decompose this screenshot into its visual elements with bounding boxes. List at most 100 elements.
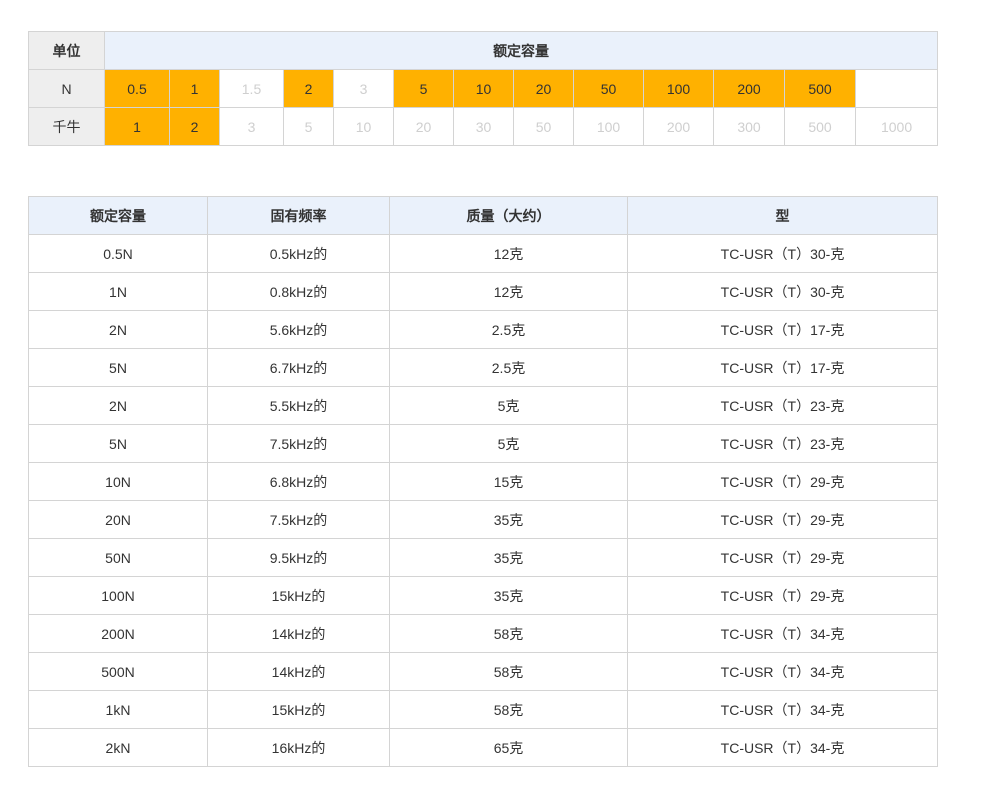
cell-model: TC-USR（T）17-克 <box>627 348 938 387</box>
cell-natural-frequency: 9.5kHz的 <box>207 538 390 577</box>
spec-table: 额定容量 固有频率 质量（大约） 型 0.5N 0.5kHz的 12克 TC-USR（… <box>28 196 938 767</box>
capacity-cell-unavailable: 10 <box>333 107 394 146</box>
cell-mass: 65克 <box>389 728 628 767</box>
cell-rated-capacity: 5N <box>28 348 208 387</box>
capacity-row: N 0.5 1 1.5 2 3 5 10 20 50 100 200 500 <box>28 69 939 108</box>
table-row: 2N 5.6kHz的 2.5克 TC-USR（T）17-克 <box>28 310 938 349</box>
cell-natural-frequency: 0.8kHz的 <box>207 272 390 311</box>
unit-label: N <box>28 69 105 108</box>
cell-natural-frequency: 14kHz的 <box>207 614 390 653</box>
cell-model: TC-USR（T）34-克 <box>627 614 938 653</box>
capacity-cell-unavailable: 200 <box>643 107 714 146</box>
capacity-cell-available: 1 <box>169 69 220 108</box>
capacity-row: 千牛 1 2 3 5 10 20 30 50 100 200 300 500 1000 <box>28 107 939 146</box>
cell-natural-frequency: 7.5kHz的 <box>207 500 390 539</box>
cell-rated-capacity: 5N <box>28 424 208 463</box>
cell-model: TC-USR（T）34-克 <box>627 652 938 691</box>
capacity-cell-available: 2 <box>283 69 334 108</box>
table-row: 1kN 15kHz的 58克 TC-USR（T）34-克 <box>28 690 938 729</box>
unit-label: 千牛 <box>28 107 105 146</box>
cell-mass: 35克 <box>389 538 628 577</box>
column-header-model: 型 <box>627 196 938 235</box>
table-row: 5N 6.7kHz的 2.5克 TC-USR（T）17-克 <box>28 348 938 387</box>
capacity-cell-available: 20 <box>513 69 574 108</box>
cell-natural-frequency: 7.5kHz的 <box>207 424 390 463</box>
capacity-cell-available: 50 <box>573 69 644 108</box>
cell-model: TC-USR（T）29-克 <box>627 500 938 539</box>
capacity-cell-available: 500 <box>784 69 856 108</box>
cell-mass: 35克 <box>389 500 628 539</box>
cell-model: TC-USR（T）30-克 <box>627 234 938 273</box>
cell-mass: 12克 <box>389 234 628 273</box>
capacity-cell-unavailable: 1000 <box>854 107 939 146</box>
table-row: 500N 14kHz的 58克 TC-USR（T）34-克 <box>28 652 938 691</box>
cell-model: TC-USR（T）23-克 <box>627 386 938 425</box>
cell-rated-capacity: 2N <box>28 386 208 425</box>
cell-rated-capacity: 1kN <box>28 690 208 729</box>
capacity-table: 单位 额定容量 N 0.5 1 1.5 2 3 5 10 20 50 100 200 500 千牛 1 2 3 5… <box>28 31 939 146</box>
cell-rated-capacity: 0.5N <box>28 234 208 273</box>
capacity-header: 额定容量 <box>103 31 939 70</box>
capacity-cell-available: 10 <box>453 69 514 108</box>
capacity-cell-unavailable: 100 <box>573 107 644 146</box>
capacity-cell-unavailable: 5 <box>283 107 334 146</box>
capacity-cell-unavailable: 30 <box>453 107 514 146</box>
cell-natural-frequency: 5.6kHz的 <box>207 310 390 349</box>
cell-rated-capacity: 500N <box>28 652 208 691</box>
cell-mass: 2.5克 <box>389 310 628 349</box>
cell-model: TC-USR（T）23-克 <box>627 424 938 463</box>
cell-model: TC-USR（T）30-克 <box>627 272 938 311</box>
table-row: 2kN 16kHz的 65克 TC-USR（T）34-克 <box>28 728 938 767</box>
capacity-cell-available: 200 <box>713 69 785 108</box>
table-row: 1N 0.8kHz的 12克 TC-USR（T）30-克 <box>28 272 938 311</box>
capacity-cell-available: 2 <box>169 107 220 146</box>
spec-header-row: 额定容量 固有频率 质量（大约） 型 <box>28 196 938 235</box>
cell-model: TC-USR（T）34-克 <box>627 728 938 767</box>
cell-natural-frequency: 16kHz的 <box>207 728 390 767</box>
cell-rated-capacity: 10N <box>28 462 208 501</box>
table-row: 200N 14kHz的 58克 TC-USR（T）34-克 <box>28 614 938 653</box>
column-header-rated-capacity: 额定容量 <box>28 196 208 235</box>
capacity-cell-available: 1 <box>104 107 170 146</box>
cell-mass: 15克 <box>389 462 628 501</box>
capacity-cell-unavailable: 3 <box>219 107 284 146</box>
capacity-cell-empty <box>854 69 939 108</box>
capacity-cell-available: 0.5 <box>104 69 170 108</box>
table-row: 0.5N 0.5kHz的 12克 TC-USR（T）30-克 <box>28 234 938 273</box>
cell-model: TC-USR（T）29-克 <box>627 462 938 501</box>
capacity-header-row: 单位 额定容量 <box>28 31 939 70</box>
capacity-body: N 0.5 1 1.5 2 3 5 10 20 50 100 200 500 千牛 1 2 3 5 10 20 30 50… <box>28 69 939 146</box>
capacity-cell-available: 5 <box>393 69 454 108</box>
cell-mass: 58克 <box>389 652 628 691</box>
cell-mass: 5克 <box>389 424 628 463</box>
cell-natural-frequency: 6.7kHz的 <box>207 348 390 387</box>
cell-rated-capacity: 1N <box>28 272 208 311</box>
capacity-cell-unavailable: 500 <box>784 107 856 146</box>
cell-rated-capacity: 2kN <box>28 728 208 767</box>
capacity-cell-unavailable: 20 <box>393 107 454 146</box>
cell-model: TC-USR（T）17-克 <box>627 310 938 349</box>
cell-model: TC-USR（T）29-克 <box>627 576 938 615</box>
cell-rated-capacity: 2N <box>28 310 208 349</box>
cell-natural-frequency: 0.5kHz的 <box>207 234 390 273</box>
column-header-mass: 质量（大约） <box>389 196 628 235</box>
cell-natural-frequency: 6.8kHz的 <box>207 462 390 501</box>
table-row: 20N 7.5kHz的 35克 TC-USR（T）29-克 <box>28 500 938 539</box>
cell-mass: 58克 <box>389 614 628 653</box>
cell-mass: 35克 <box>389 576 628 615</box>
cell-natural-frequency: 5.5kHz的 <box>207 386 390 425</box>
cell-natural-frequency: 15kHz的 <box>207 576 390 615</box>
cell-rated-capacity: 200N <box>28 614 208 653</box>
cell-model: TC-USR（T）29-克 <box>627 538 938 577</box>
table-row: 5N 7.5kHz的 5克 TC-USR（T）23-克 <box>28 424 938 463</box>
capacity-cell-unavailable: 50 <box>513 107 574 146</box>
cell-mass: 58克 <box>389 690 628 729</box>
cell-natural-frequency: 14kHz的 <box>207 652 390 691</box>
cell-mass: 2.5克 <box>389 348 628 387</box>
unit-header: 单位 <box>28 31 105 70</box>
capacity-cell-unavailable: 3 <box>333 69 394 108</box>
spec-body: 0.5N 0.5kHz的 12克 TC-USR（T）30-克 1N 0.8kHz的 12克 T… <box>28 234 938 767</box>
cell-rated-capacity: 100N <box>28 576 208 615</box>
cell-natural-frequency: 15kHz的 <box>207 690 390 729</box>
table-row: 2N 5.5kHz的 5克 TC-USR（T）23-克 <box>28 386 938 425</box>
